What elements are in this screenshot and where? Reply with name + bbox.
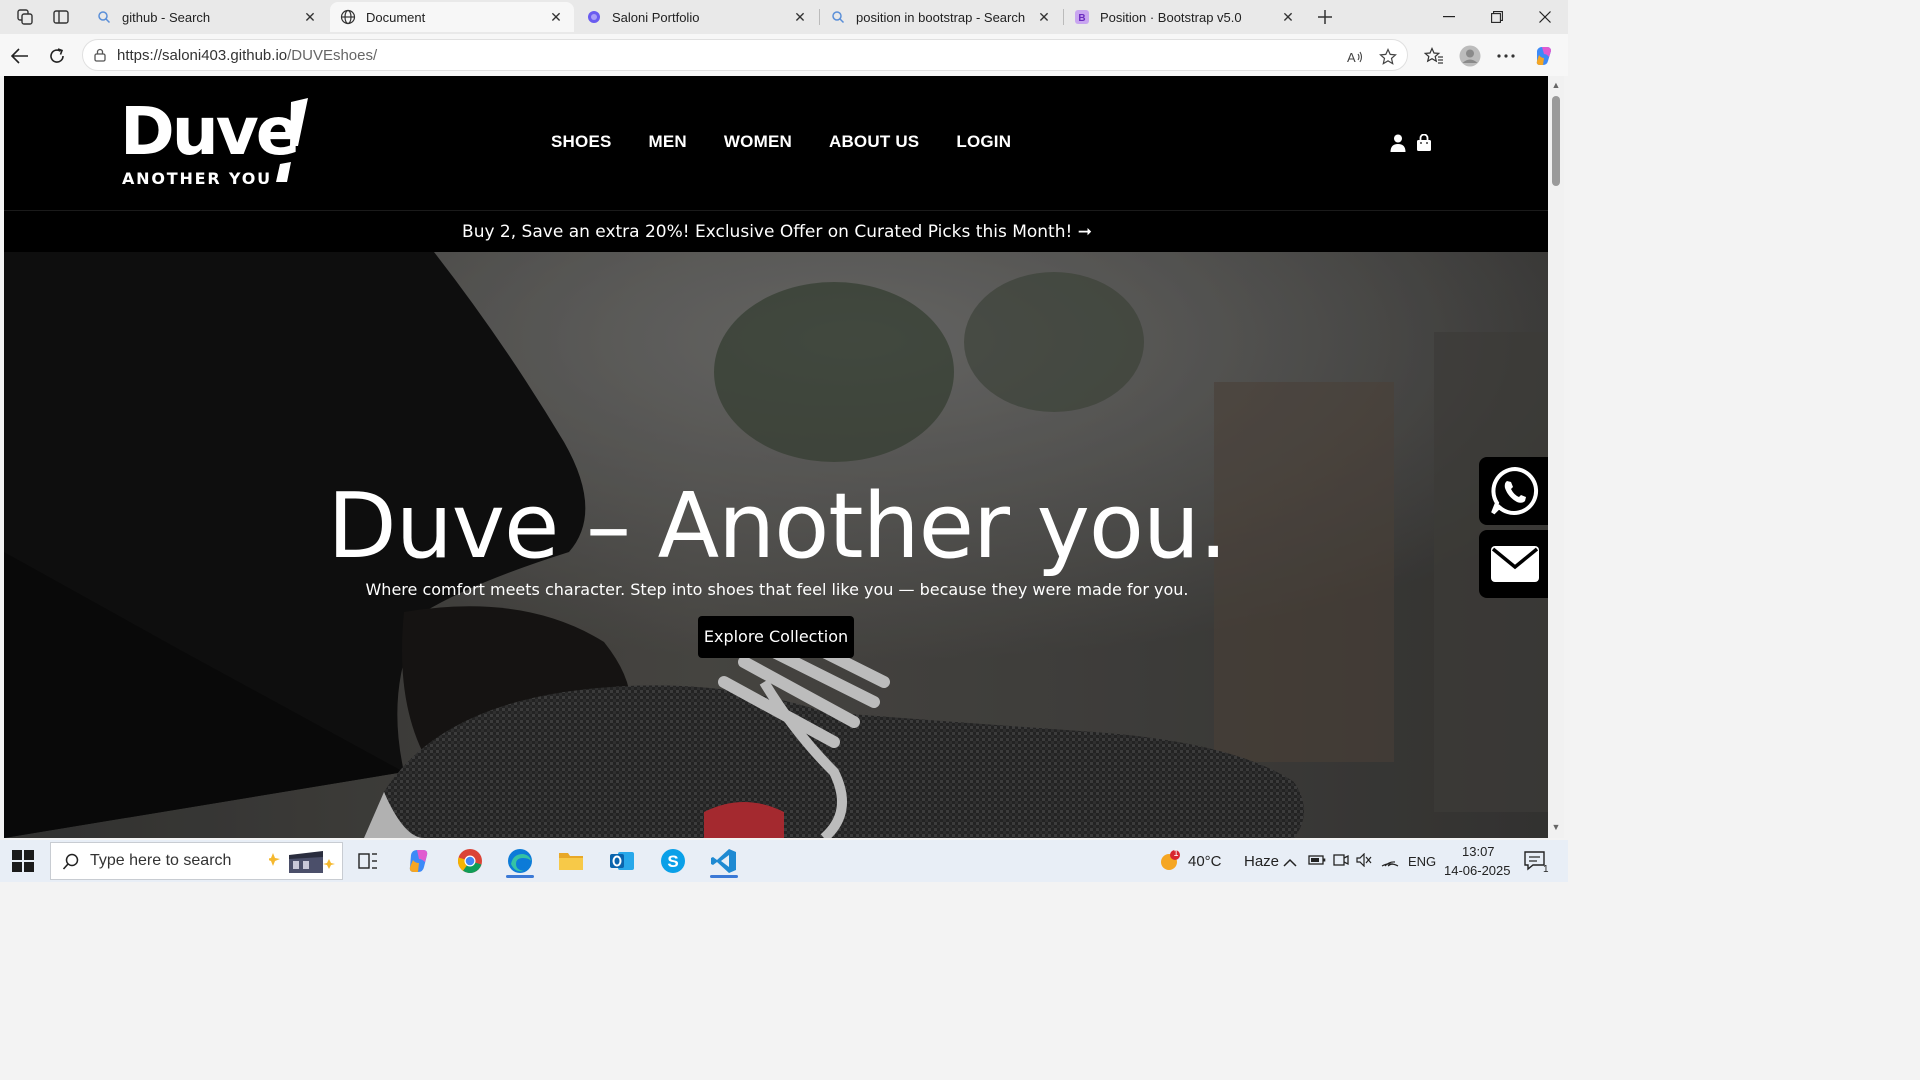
tab-github-search[interactable]: github - Search ✕	[86, 2, 328, 32]
profile-avatar-icon[interactable]	[1456, 42, 1484, 70]
tab-title: Position · Bootstrap v5.0	[1100, 9, 1242, 25]
url-host: https://saloni403.github.io	[117, 47, 288, 64]
weather-temperature: 40°C	[1188, 853, 1222, 870]
page-viewport: Duve ANOTHER YOU SHOES MEN WOMEN ABOUT U…	[4, 76, 1550, 838]
chevron-up-icon[interactable]	[1283, 855, 1297, 873]
workspaces-icon[interactable]	[14, 6, 36, 28]
outlook-icon[interactable]	[604, 844, 640, 878]
search-icon	[96, 9, 112, 25]
svg-text:S: S	[667, 852, 678, 871]
back-arrow-icon[interactable]	[6, 42, 34, 70]
hero-subtitle: Where comfort meets character. Step into…	[365, 580, 1189, 599]
weather-description: Haze	[1244, 853, 1280, 870]
tab-title: Saloni Portfolio	[612, 9, 700, 25]
vscode-icon[interactable]	[706, 844, 742, 878]
explore-collection-button[interactable]: Explore Collection	[698, 616, 854, 658]
read-aloud-icon[interactable]: A	[1346, 47, 1366, 67]
promo-banner[interactable]: Buy 2, Save an extra 20%! Exclusive Offe…	[4, 212, 1550, 252]
tab-title: position in bootstrap - Search	[856, 9, 1026, 25]
tab-position-bootstrap-search[interactable]: position in bootstrap - Search ✕	[820, 2, 1062, 32]
new-tab-icon[interactable]	[1313, 6, 1337, 28]
scroll-down-arrow-icon[interactable]: ▼	[1551, 822, 1561, 832]
nav-link-about-us[interactable]: ABOUT US	[829, 132, 919, 152]
taskbar-search-box[interactable]: Type here to search	[50, 842, 343, 880]
search-icon	[830, 9, 846, 25]
windows-taskbar: Type here to search S 1 40°C Haze ENG 13…	[0, 840, 1568, 882]
more-options-icon[interactable]	[1492, 42, 1520, 70]
main-navigation: SHOES MEN WOMEN ABOUT US LOGIN	[551, 132, 1011, 152]
skype-icon[interactable]: S	[655, 844, 691, 878]
tab-document[interactable]: Document ✕	[330, 2, 574, 32]
wifi-icon[interactable]	[1381, 853, 1399, 872]
whatsapp-button[interactable]	[1479, 457, 1550, 525]
restore-icon[interactable]	[1474, 0, 1520, 34]
globe-icon	[340, 9, 356, 25]
tab-title: Document	[366, 9, 426, 25]
scrollbar-thumb[interactable]	[1552, 96, 1560, 186]
edge-icon[interactable]	[502, 844, 538, 878]
logo-wordmark: Duve	[120, 96, 298, 170]
site-header: Duve ANOTHER YOU SHOES MEN WOMEN ABOUT U…	[4, 76, 1550, 211]
close-tab-icon[interactable]: ✕	[1036, 9, 1052, 25]
minimize-icon[interactable]	[1426, 0, 1472, 34]
close-tab-icon[interactable]: ✕	[302, 9, 318, 25]
address-toolbar: https://saloni403.github.io/DUVEshoes/ A	[0, 34, 1568, 76]
nav-link-men[interactable]: MEN	[649, 132, 687, 152]
hero-section: Duve – Another you. Where comfort meets …	[4, 252, 1550, 838]
file-explorer-icon[interactable]	[553, 844, 589, 878]
nav-link-shoes[interactable]: SHOES	[551, 132, 612, 152]
weather-alert-badge: 1	[1173, 848, 1179, 858]
hero-title: Duve – Another you.	[327, 474, 1227, 579]
vertical-tabs-icon[interactable]	[50, 6, 72, 28]
email-button[interactable]	[1479, 530, 1550, 598]
logo-tagline: ANOTHER YOU	[122, 169, 272, 188]
close-tab-icon[interactable]: ✕	[792, 9, 808, 25]
duve-logo[interactable]: Duve ANOTHER YOU	[120, 93, 320, 191]
clock-time[interactable]: 13:07	[1462, 844, 1495, 859]
close-window-icon[interactable]	[1522, 0, 1568, 34]
notification-count: 1	[1543, 864, 1549, 875]
meet-now-icon[interactable]	[1333, 853, 1349, 872]
copilot-icon[interactable]	[1530, 42, 1558, 70]
whatsapp-icon	[1490, 466, 1538, 515]
search-placeholder: Type here to search	[90, 852, 232, 869]
search-highlight-icon	[266, 847, 339, 882]
url-path: /DUVEshoes/	[287, 47, 378, 64]
shopping-bag-icon[interactable]	[1416, 133, 1434, 154]
search-icon	[62, 853, 80, 876]
favorite-star-icon[interactable]	[1378, 47, 1398, 67]
browser-tab-bar: github - Search ✕ Document ✕ Saloni Port…	[0, 0, 1568, 34]
promo-text[interactable]: Buy 2, Save an extra 20%! Exclusive Offe…	[462, 222, 1092, 242]
tab-bootstrap-position[interactable]: B Position · Bootstrap v5.0 ✕	[1064, 2, 1306, 32]
active-app-indicator	[506, 875, 534, 878]
close-tab-icon[interactable]: ✕	[548, 9, 564, 25]
url-bar[interactable]: https://saloni403.github.io/DUVEshoes/ A	[82, 39, 1408, 71]
tab-saloni-portfolio[interactable]: Saloni Portfolio ✕	[576, 2, 818, 32]
volume-muted-icon[interactable]	[1356, 852, 1372, 872]
active-app-indicator	[710, 875, 738, 878]
language-indicator[interactable]: ENG	[1408, 854, 1436, 869]
copilot-icon[interactable]	[401, 844, 437, 878]
nav-link-login[interactable]: LOGIN	[956, 132, 1011, 152]
page-scrollbar[interactable]: ▲ ▼	[1548, 76, 1564, 838]
url-text[interactable]: https://saloni403.github.io/DUVEshoes/	[117, 47, 377, 64]
task-view-icon[interactable]	[350, 844, 386, 878]
nav-link-women[interactable]: WOMEN	[724, 132, 792, 152]
refresh-icon[interactable]	[43, 42, 71, 70]
tab-title: github - Search	[122, 9, 211, 25]
clock-date[interactable]: 14-06-2025	[1444, 863, 1511, 878]
scroll-up-arrow-icon[interactable]: ▲	[1551, 80, 1561, 90]
bootstrap-favicon-icon: B	[1074, 9, 1090, 25]
battery-icon[interactable]	[1308, 853, 1326, 872]
svg-text:A: A	[1347, 50, 1356, 65]
user-account-icon[interactable]	[1390, 134, 1408, 154]
chrome-icon[interactable]	[452, 844, 488, 878]
close-tab-icon[interactable]: ✕	[1280, 9, 1296, 25]
portfolio-favicon-icon	[586, 9, 602, 25]
svg-text:B: B	[1078, 13, 1085, 24]
favorites-icon[interactable]	[1420, 42, 1448, 70]
envelope-icon	[1490, 546, 1539, 582]
windows-start-icon[interactable]	[12, 850, 34, 872]
site-info-icon[interactable]	[93, 48, 107, 62]
